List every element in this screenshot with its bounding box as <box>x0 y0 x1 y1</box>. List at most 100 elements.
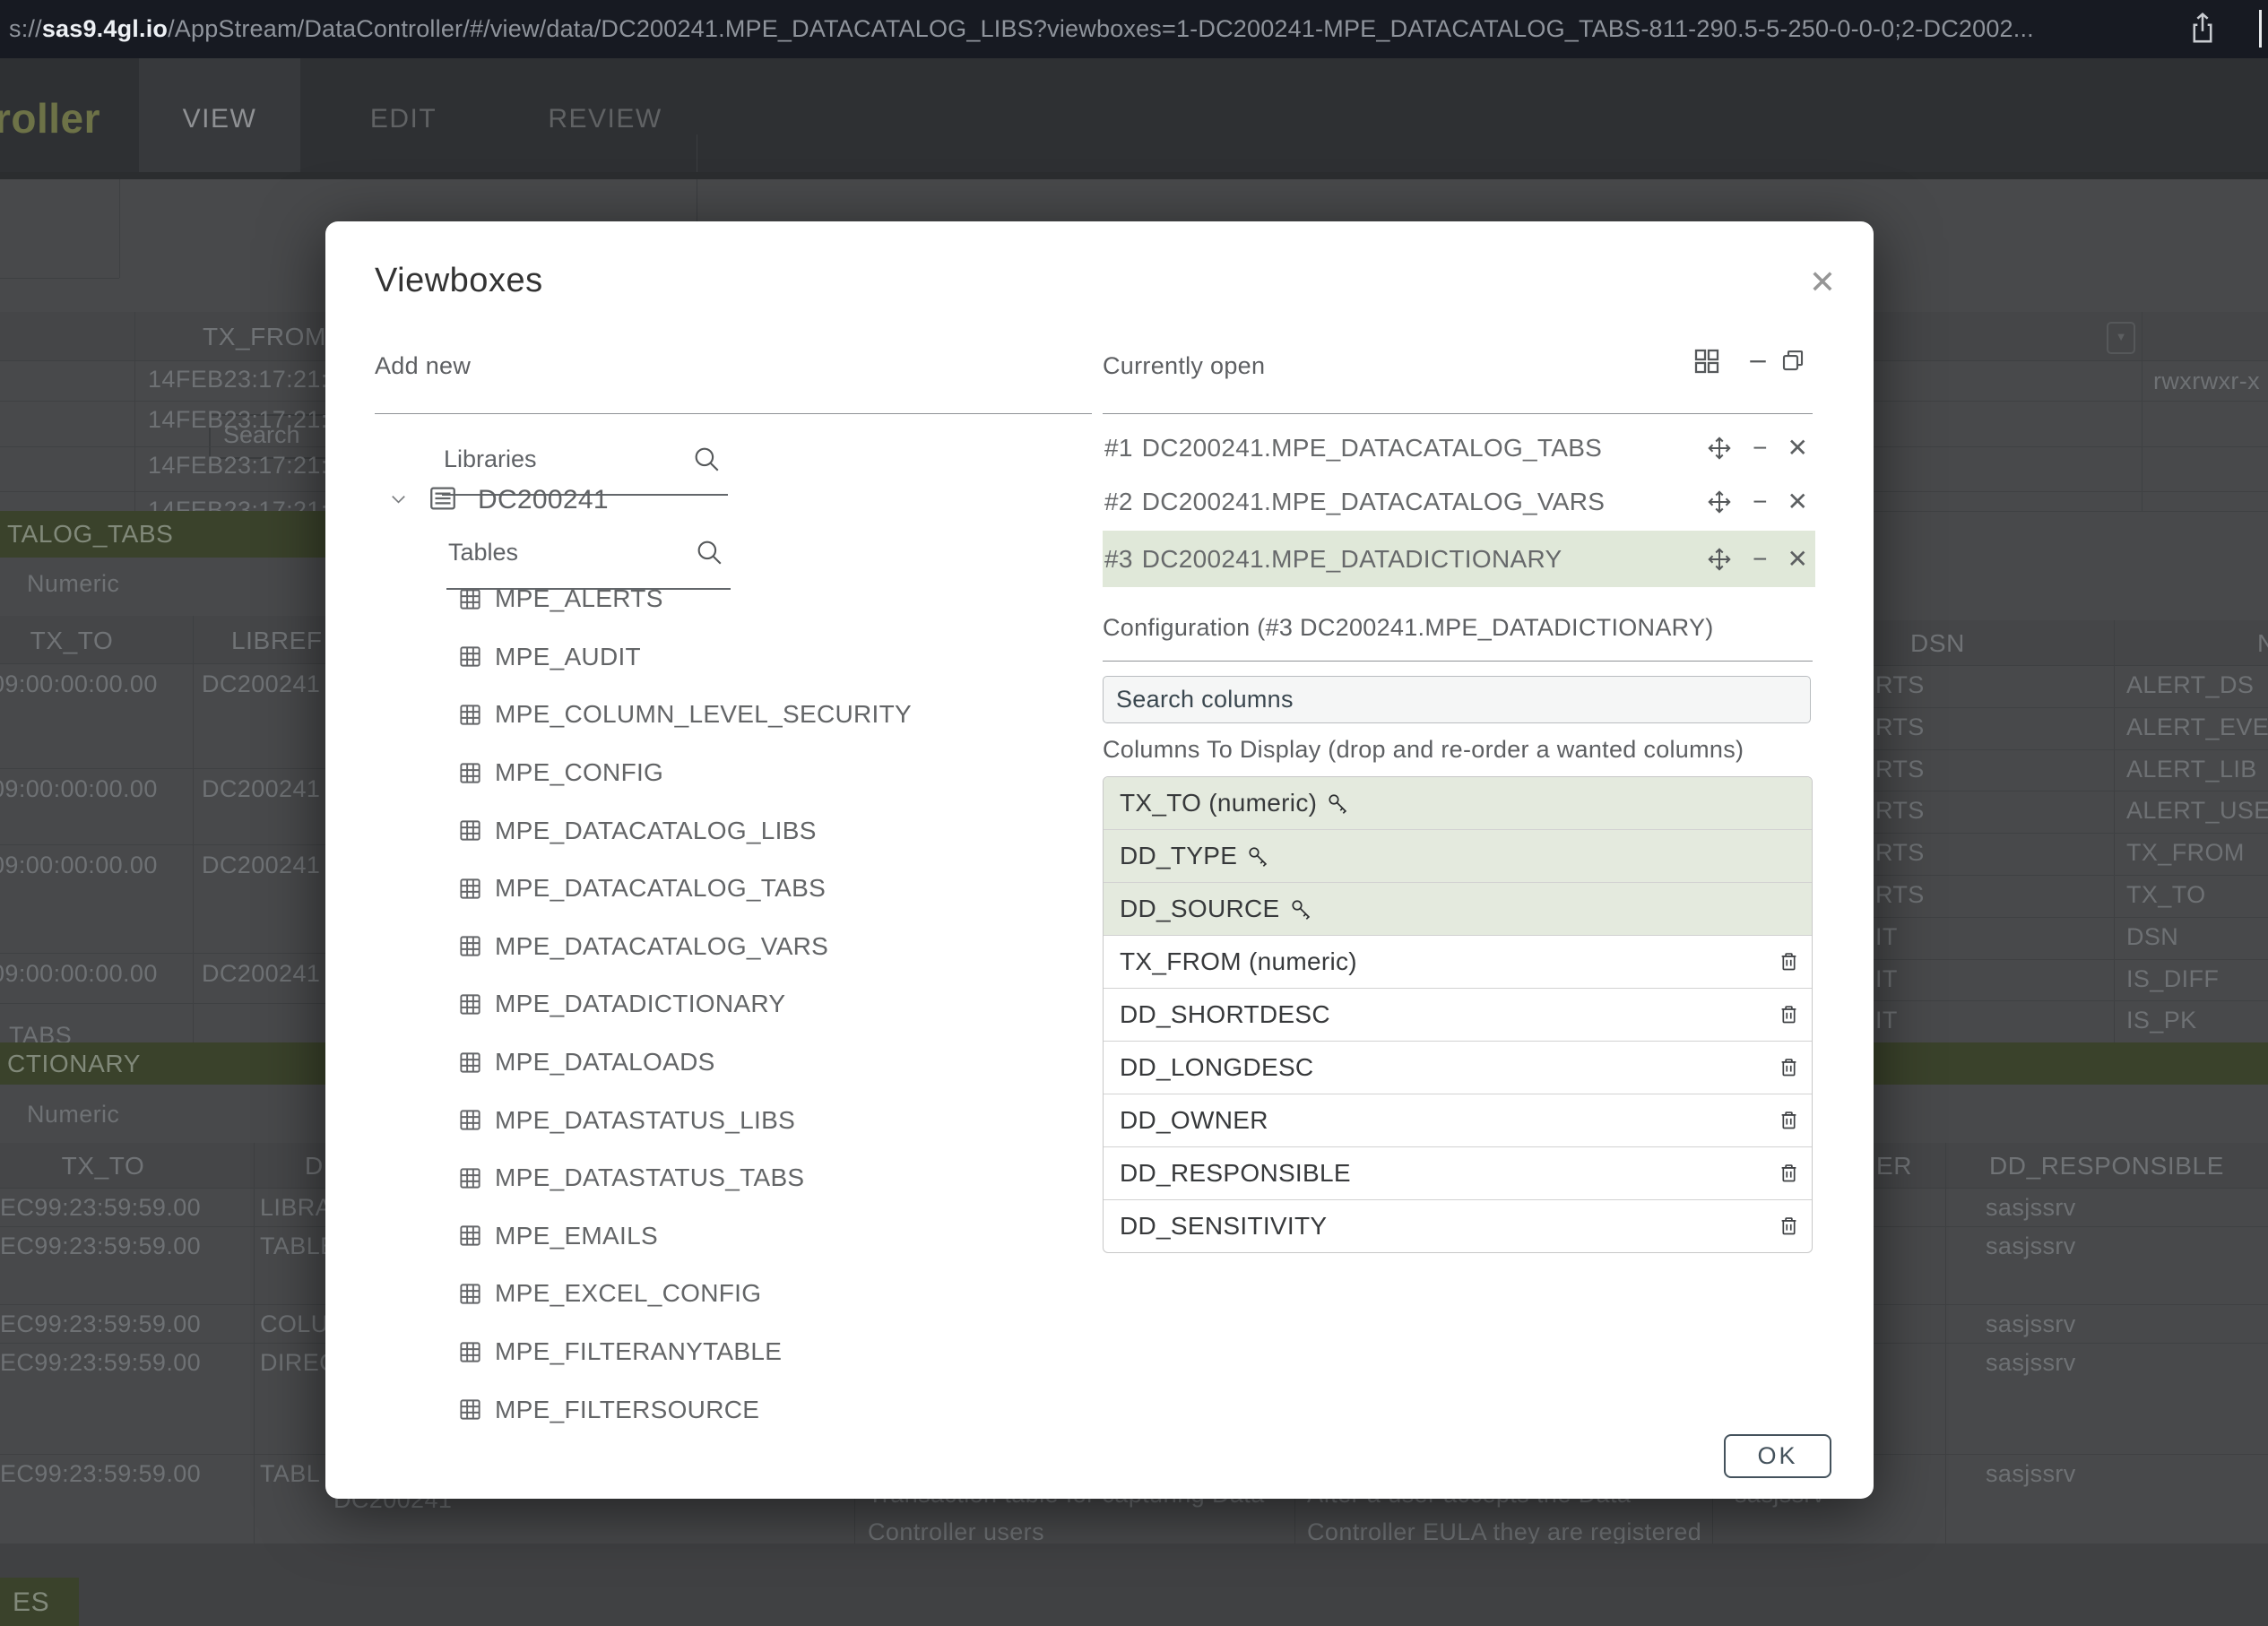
move-icon[interactable] <box>1706 489 1733 515</box>
table-item[interactable]: MPE_EXCEL_CONFIG <box>442 1265 1069 1323</box>
table-grid-icon <box>458 1397 482 1422</box>
trash-icon[interactable] <box>1777 1002 1801 1026</box>
cell-tx-to: 09:00:00:00.00 <box>0 670 158 698</box>
trash-icon[interactable] <box>1777 1214 1801 1238</box>
library-tree-item[interactable]: DC200241 <box>379 480 738 519</box>
cell-name: IS_DIFF <box>2126 965 2219 993</box>
table-item[interactable]: MPE_EMAILS <box>442 1207 1069 1266</box>
search-columns-input[interactable]: Search columns <box>1103 676 1811 723</box>
table-item[interactable]: MPE_DATASTATUS_LIBS <box>442 1091 1069 1149</box>
column-row[interactable]: DD_TYPE <box>1104 829 1812 882</box>
minimize-all-icon[interactable] <box>1744 347 1771 378</box>
cell-dsn-fragment: IT <box>1875 923 1898 951</box>
table-item[interactable]: MPE_FILTERANYTABLE <box>442 1323 1069 1381</box>
cell-dsn-fragment: RTS <box>1875 714 1925 741</box>
viewbox-table-name: DC200241.MPE_DATADICTIONARY <box>1142 545 1562 574</box>
minimize-icon[interactable]: − <box>1753 489 1767 515</box>
table-item[interactable]: MPE_AUDIT <box>442 628 1069 687</box>
panel-edge-h <box>0 278 119 279</box>
table-item[interactable]: MPE_DATALOADS <box>442 1034 1069 1092</box>
table-item-label: MPE_DATACATALOG_LIBS <box>495 817 817 845</box>
viewbox3-title-fragment: CTIONARY <box>7 1050 141 1078</box>
text-cursor <box>2259 10 2262 48</box>
viewbox-item-actions: −✕ <box>1706 435 1808 462</box>
key-icon <box>1289 897 1313 921</box>
cell-shortdesc-line2: Controller users <box>868 1518 1044 1546</box>
column-label: DD_OWNER <box>1120 1106 1268 1135</box>
cell-dsn-fragment: IT <box>1875 965 1898 993</box>
cell-dd-type-fragment: LIBRA <box>260 1194 332 1222</box>
cell-dsn-fragment: RTS <box>1875 756 1925 783</box>
trash-icon[interactable] <box>1777 1108 1801 1132</box>
open-viewbox-item[interactable]: #3 DC200241.MPE_DATADICTIONARY −✕ <box>1103 531 1815 587</box>
search-icon <box>694 537 724 572</box>
table-item[interactable]: MPE_DATACATALOG_LIBS <box>442 801 1069 860</box>
viewbox-number: #2 <box>1104 488 1133 516</box>
col-header-dd-owner-fragment: ER <box>1876 1152 1912 1181</box>
chevron-down-icon[interactable] <box>388 489 409 514</box>
nav-tab-edit[interactable]: EDIT <box>327 58 480 179</box>
restore-all-icon[interactable] <box>1779 347 1806 378</box>
trash-icon[interactable] <box>1777 1161 1801 1185</box>
cell-dd-responsible: sasjssrv <box>1986 1194 2076 1222</box>
browser-url-bar[interactable]: s://sas9.4gl.io/AppStream/DataController… <box>0 0 2268 58</box>
cell-tx-to: EC99:23:59:59.00 <box>0 1349 201 1377</box>
cell-dsn-fragment: RTS <box>1875 881 1925 909</box>
trash-icon[interactable] <box>1777 1055 1801 1079</box>
table-item[interactable]: MPE_CONFIG <box>442 744 1069 802</box>
column-row[interactable]: DD_OWNER <box>1104 1094 1812 1146</box>
table-item[interactable]: MPE_COLUMN_LEVEL_SECURITY <box>442 686 1069 744</box>
minimize-icon[interactable]: − <box>1753 436 1767 461</box>
cell-tx-to: EC99:23:59:59.00 <box>0 1194 201 1222</box>
column-row[interactable]: DD_RESPONSIBLE <box>1104 1146 1812 1199</box>
open-viewbox-item[interactable]: #2DC200241.MPE_DATACATALOG_VARS−✕ <box>1103 477 1815 527</box>
table-item[interactable]: MPE_DATADICTIONARY <box>442 975 1069 1034</box>
cell-name: ALERT_EVEN <box>2126 714 2268 741</box>
table-grid-icon <box>458 877 482 901</box>
tables-list: MPE_ALERTSMPE_AUDITMPE_COLUMN_LEVEL_SECU… <box>442 570 1069 1439</box>
header-bottom-edge <box>0 172 2268 179</box>
close-icon[interactable]: ✕ <box>1788 489 1808 515</box>
column-label: DD_LONGDESC <box>1120 1053 1313 1082</box>
table-item-label: MPE_DATALOADS <box>495 1048 715 1077</box>
table-item[interactable]: MPE_DATACATALOG_VARS <box>442 918 1069 976</box>
nav-tab-review[interactable]: REVIEW <box>489 58 722 179</box>
cell-libref: DC200241 <box>202 775 320 803</box>
table-item-label: MPE_FILTERANYTABLE <box>495 1337 782 1366</box>
share-icon[interactable] <box>2187 10 2218 52</box>
close-icon[interactable]: ✕ <box>1788 547 1808 572</box>
move-icon[interactable] <box>1706 546 1733 573</box>
grid-layout-icon[interactable] <box>1692 347 1721 380</box>
table-item-label: MPE_DATACATALOG_VARS <box>495 932 828 961</box>
close-icon[interactable]: ✕ <box>1803 263 1842 302</box>
cell-name: ALERT_LIB <box>2126 756 2257 783</box>
cell-dd-responsible: sasjssrv <box>1986 1460 2076 1488</box>
table-grid-icon <box>458 934 482 958</box>
columns-to-display-list: TX_TO (numeric)DD_TYPEDD_SOURCETX_FROM (… <box>1103 776 1813 1253</box>
open-viewbox-item[interactable]: #1DC200241.MPE_DATACATALOG_TABS−✕ <box>1103 423 1815 473</box>
ok-button[interactable]: OK <box>1724 1434 1831 1478</box>
viewbox-number: #3 <box>1104 545 1133 574</box>
column-row[interactable]: TX_FROM (numeric) <box>1104 935 1812 988</box>
column-label: DD_SHORTDESC <box>1120 1000 1330 1029</box>
minimize-icon[interactable]: − <box>1753 547 1767 572</box>
column-row[interactable]: DD_SOURCE <box>1104 882 1812 935</box>
table-item[interactable]: MPE_ALERTS <box>442 570 1069 628</box>
tables-placeholder: Tables <box>448 539 518 567</box>
move-icon[interactable] <box>1706 435 1733 462</box>
column-row[interactable]: DD_LONGDESC <box>1104 1041 1812 1094</box>
trash-icon[interactable] <box>1777 949 1801 973</box>
column-row[interactable]: TX_TO (numeric) <box>1104 777 1812 829</box>
table-item[interactable]: MPE_FILTERSOURCE <box>442 1380 1069 1439</box>
nav-tab-view[interactable]: VIEW <box>139 58 300 179</box>
library-name: DC200241 <box>478 485 609 515</box>
table-item[interactable]: MPE_DATASTATUS_TABS <box>442 1149 1069 1207</box>
viewbox3-type-label: Numeric <box>27 1101 119 1129</box>
close-icon[interactable]: ✕ <box>1788 436 1808 461</box>
column-row[interactable]: DD_SENSITIVITY <box>1104 1199 1812 1252</box>
table-item-label: MPE_EMAILS <box>495 1222 658 1250</box>
table-item[interactable]: MPE_DATACATALOG_TABS <box>442 860 1069 918</box>
column-row[interactable]: DD_SHORTDESC <box>1104 988 1812 1041</box>
search-columns-value: Search columns <box>1116 686 1294 713</box>
cell-dsn-fragment: RTS <box>1875 671 1925 699</box>
